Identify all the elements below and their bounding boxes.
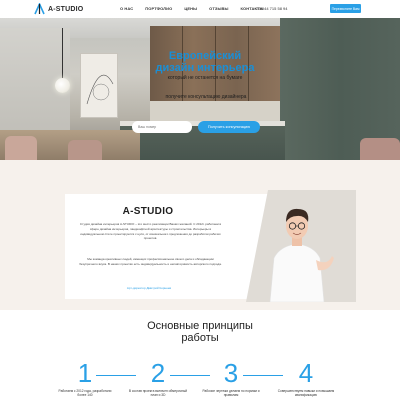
main-nav: О НАС ПОРТФОЛИО ЦЕНЫ ОТЗЫВЫ КОНТАКТЫ xyxy=(120,6,276,11)
about-paragraph-2: Мы команда креативных людей, имеющих про… xyxy=(79,257,222,266)
hero-chair xyxy=(5,136,37,160)
nav-item-prices[interactable]: ЦЕНЫ xyxy=(184,6,197,11)
phone-number[interactable]: +375 44 715 58 94 xyxy=(254,6,287,11)
hero-backsplash xyxy=(150,101,280,123)
hero-wall-art xyxy=(80,53,118,118)
hero-cta-label: получите консультацию дизайнера xyxy=(165,94,247,100)
nav-item-reviews[interactable]: ОТЗЫВЫ xyxy=(209,6,228,11)
principle-item: 3 Рабочие чертежи делаем по нормам и пра… xyxy=(201,360,261,398)
consultation-button[interactable]: Получить консультацию xyxy=(198,121,260,133)
principle-item: 2 В состав проекта включен обмерочный пл… xyxy=(128,360,188,398)
principle-text: Работаем с 2012 года, разработали более … xyxy=(58,389,112,398)
principle-number: 4 xyxy=(298,358,314,388)
about-signature: Арт-директор Дмитрий Корнеев xyxy=(126,286,172,290)
nav-item-portfolio[interactable]: ПОРТФОЛИО xyxy=(145,6,172,11)
about-paragraph-1: Студия дизайна интерьеров A-STUDIO – это… xyxy=(79,222,222,241)
nav-item-about[interactable]: О НАС xyxy=(120,6,133,11)
principle-text: Совершенствуем навыки и повышаем квалифи… xyxy=(277,389,335,398)
designer-photo xyxy=(258,196,336,303)
principle-item: 1 Работаем с 2012 года, разработали боле… xyxy=(55,360,115,398)
hero-banner xyxy=(0,18,400,160)
principles-title: Основные принципы работы xyxy=(147,320,253,344)
principle-item: 4 Совершенствуем навыки и повышаем квали… xyxy=(276,360,336,398)
pendant-lamp xyxy=(55,78,70,93)
hero-title: Европейский дизайн интерьера xyxy=(155,50,255,74)
logo-text: A-STUDIO xyxy=(48,5,84,13)
principle-text: Рабочие чертежи делаем по нормам и прави… xyxy=(202,389,260,398)
logo[interactable]: A-STUDIO xyxy=(34,3,83,15)
principle-text: В состав проекта включен обмерочный план… xyxy=(128,389,188,398)
about-title: A-STUDIO xyxy=(122,206,174,217)
site-header: A-STUDIO О НАС ПОРТФОЛИО ЦЕНЫ ОТЗЫВЫ КОН… xyxy=(0,0,400,18)
hero-chair xyxy=(68,140,102,160)
callback-button[interactable]: Перезвоните Вам xyxy=(330,4,361,13)
logo-icon xyxy=(34,3,45,15)
principle-number: 3 xyxy=(223,358,239,388)
hero-chair xyxy=(360,138,400,160)
hero-subtitle: который не останется на бумаге xyxy=(167,75,243,81)
principle-number: 2 xyxy=(150,358,166,388)
phone-input[interactable] xyxy=(132,121,192,133)
principle-number: 1 xyxy=(77,358,93,388)
lamp-cord xyxy=(62,28,63,80)
